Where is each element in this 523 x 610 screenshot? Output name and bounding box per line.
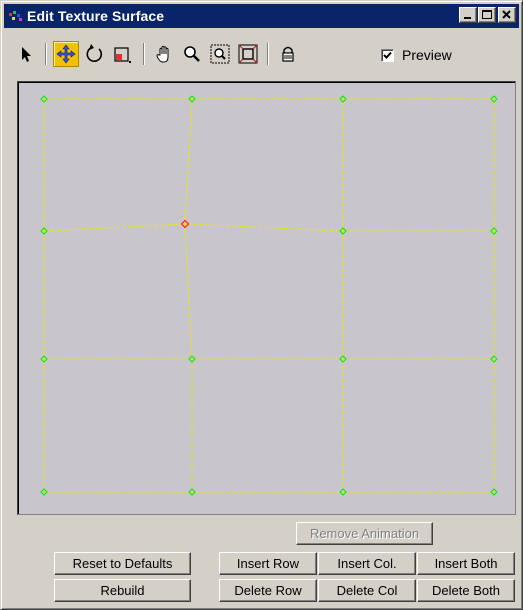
window-title: Edit Texture Surface <box>27 8 165 24</box>
toolbar: Preview <box>9 37 519 73</box>
insert-row-button[interactable]: Insert Row <box>219 552 317 575</box>
close-button[interactable] <box>498 7 516 23</box>
texture-grid[interactable] <box>18 82 515 514</box>
zoom-region-icon <box>210 44 230 64</box>
scale-tool-button[interactable] <box>109 41 135 67</box>
zoom-extents-icon <box>238 44 258 64</box>
select-icon <box>22 47 31 62</box>
move-tool-button[interactable] <box>53 41 79 67</box>
insert-both-button[interactable]: Insert Both <box>417 552 515 575</box>
zoom-tool-button[interactable] <box>179 41 205 67</box>
zoom-extents-tool-button[interactable] <box>235 41 261 67</box>
rebuild-button[interactable]: Rebuild <box>54 579 191 602</box>
checkmark-icon <box>383 51 392 59</box>
title-bar[interactable]: Edit Texture Surface <box>4 4 519 28</box>
maximize-button[interactable] <box>478 7 496 23</box>
preview-label: Preview <box>402 47 452 63</box>
move-icon <box>56 44 76 64</box>
delete-col-button[interactable]: Delete Col <box>318 579 416 602</box>
app-icon <box>8 8 24 24</box>
zoom-region-tool-button[interactable] <box>207 41 233 67</box>
lock-tool-button[interactable] <box>275 41 301 67</box>
texture-surface-canvas[interactable] <box>17 81 516 515</box>
minimize-icon <box>464 17 471 19</box>
edit-texture-surface-window: Edit Texture Surface Preview Remove Anim… <box>0 0 523 610</box>
rotate-tool-button[interactable] <box>81 41 107 67</box>
reset-to-defaults-button[interactable]: Reset to Defaults <box>54 552 191 575</box>
minimize-button[interactable] <box>459 7 477 23</box>
preview-checkbox-group[interactable]: Preview <box>381 47 452 63</box>
pan-tool-button[interactable] <box>151 41 177 67</box>
insert-col-button[interactable]: Insert Col. <box>318 552 416 575</box>
preview-checkbox[interactable] <box>381 48 394 62</box>
pan-icon <box>156 45 169 63</box>
rotate-icon <box>86 44 103 62</box>
select-tool-button[interactable] <box>13 41 39 67</box>
maximize-icon <box>482 10 492 19</box>
delete-both-button[interactable]: Delete Both <box>417 579 515 602</box>
zoom-icon <box>184 46 200 62</box>
delete-row-button[interactable]: Delete Row <box>219 579 317 602</box>
lock-icon <box>282 46 294 62</box>
remove-animation-button[interactable]: Remove Animation <box>296 522 433 545</box>
close-icon <box>502 10 511 19</box>
scale-icon <box>114 47 131 63</box>
